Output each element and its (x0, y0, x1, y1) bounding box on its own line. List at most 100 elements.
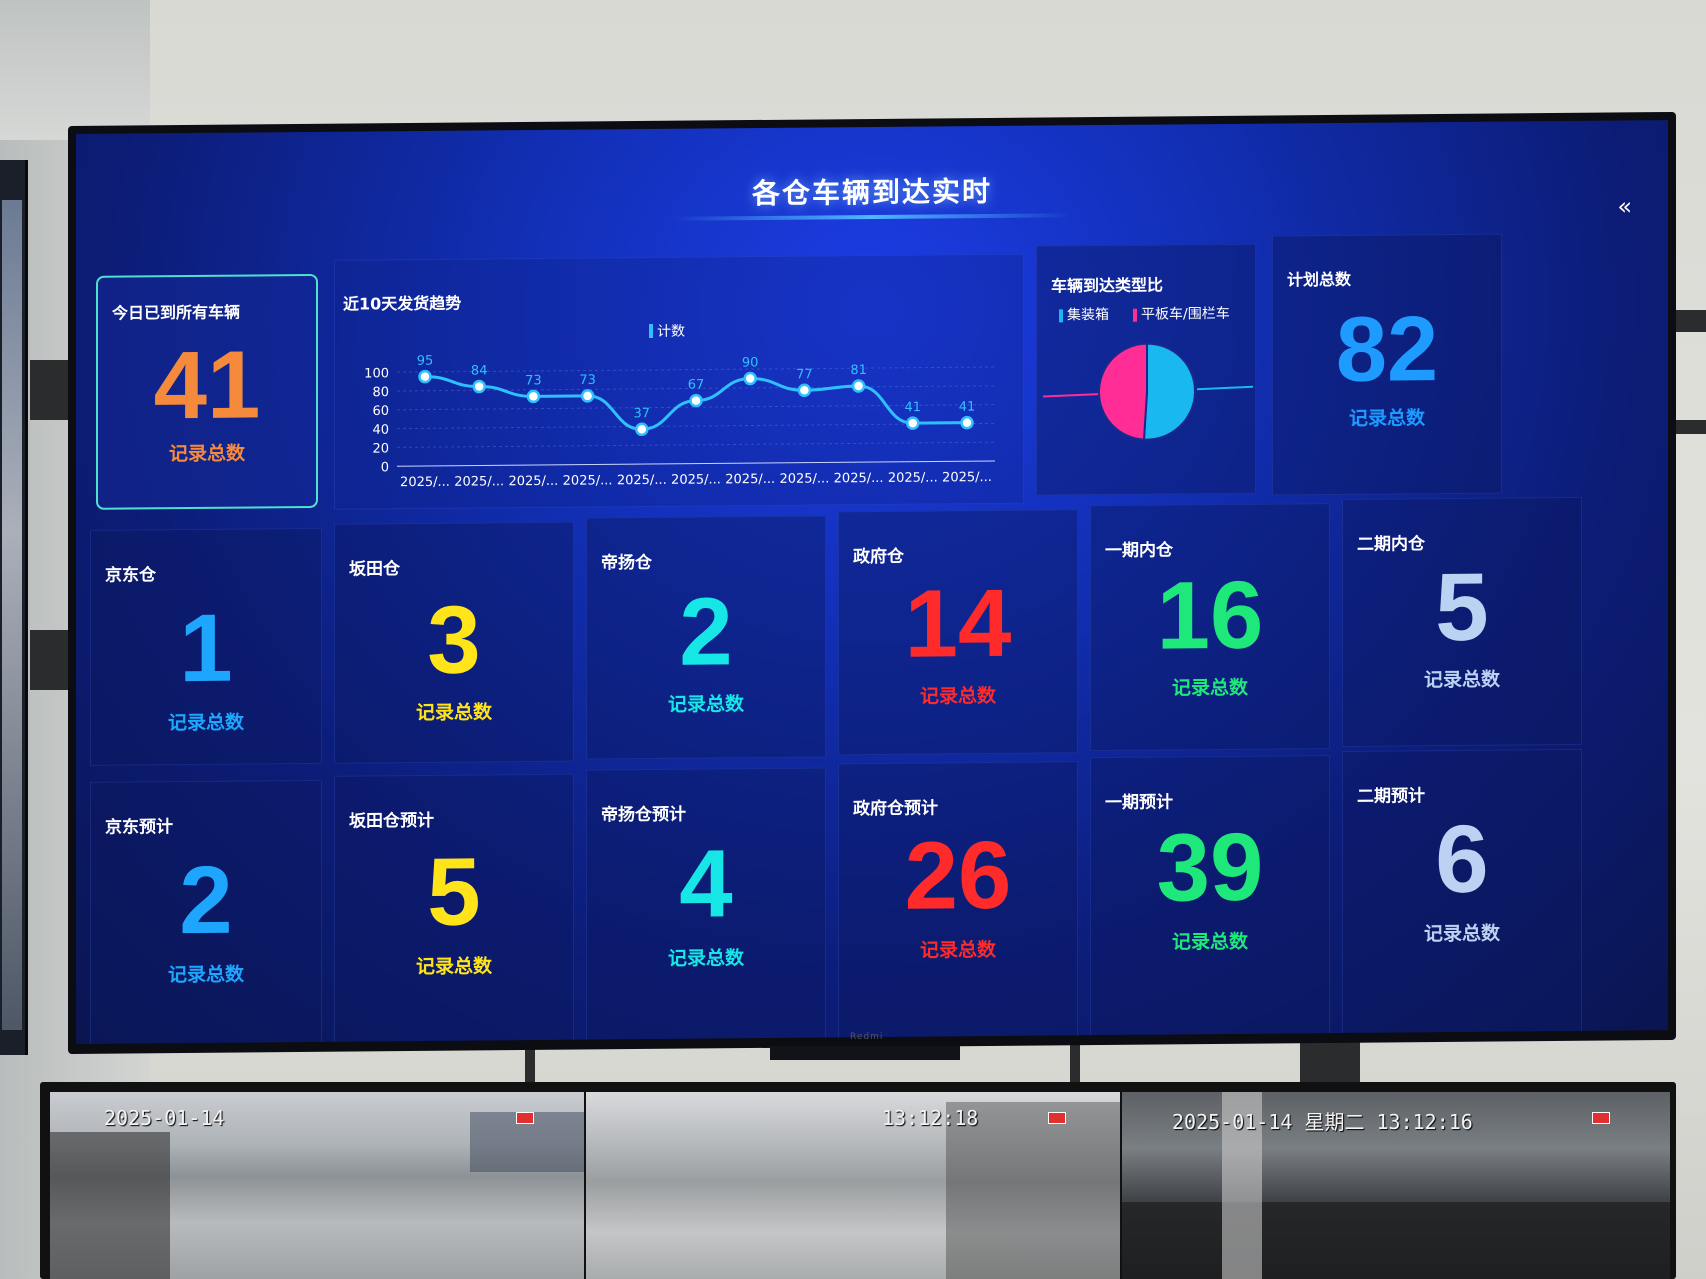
warehouse-title: 政府仓 (853, 546, 904, 568)
forecast-value: 4 (679, 830, 733, 938)
x-axis (397, 460, 995, 467)
warehouse-title: 京东仓 (105, 565, 156, 586)
pie-leader-flatbed (1042, 393, 1100, 398)
forecast-label: 记录总数 (919, 938, 996, 962)
data-label: 90 (742, 355, 759, 370)
pie-leader-container (1196, 385, 1254, 391)
forecast-label: 记录总数 (167, 963, 244, 987)
camera-record-icon (1048, 1112, 1066, 1124)
forecast-value: 2 (179, 846, 233, 955)
forecast-title: 坂田仓预计 (349, 810, 434, 832)
left-monitor-screen (2, 200, 22, 1030)
data-label: 73 (579, 373, 596, 388)
wall-bracket (30, 630, 70, 690)
vehicle-type-pie (1042, 342, 1254, 441)
warehouse-card-government: 政府仓 14 记录总数 (838, 509, 1078, 756)
camera-feed-shade (1122, 1202, 1670, 1279)
forecast-label: 记录总数 (415, 955, 492, 979)
warehouse-title: 帝扬仓 (601, 552, 652, 574)
warehouse-title: 二期内仓 (1357, 534, 1425, 555)
chart-legend: 计数 (649, 324, 685, 340)
data-point (960, 415, 974, 430)
forecast-title: 政府仓预计 (853, 798, 938, 820)
warehouse-value: 3 (427, 586, 481, 694)
data-label: 84 (471, 363, 488, 378)
plan-total-panel: 计划总数 82 记录总数 (1272, 233, 1502, 496)
data-point (797, 383, 812, 398)
data-point (418, 369, 432, 384)
data-label: 73 (525, 373, 542, 388)
camera-timestamp: 2025-01-14 星期二 13:12:16 (1172, 1110, 1473, 1134)
forecast-label: 记录总数 (667, 947, 744, 970)
x-tick-label: 2025/... (400, 475, 450, 490)
data-label: 95 (417, 354, 434, 369)
camera-record-icon (1592, 1112, 1610, 1124)
today-arrivals-label: 记录总数 (168, 442, 245, 466)
warehouse-label: 记录总数 (167, 711, 244, 735)
pie-slice (1142, 342, 1196, 441)
tv-brand-logo: Redmi (850, 1032, 884, 1042)
data-label: 37 (634, 406, 651, 421)
x-tick-label: 2025/... (888, 470, 938, 485)
today-arrivals-card: 今日已到所有车辆 41 记录总数 (96, 273, 318, 510)
trend-chart-panel: 近10天发货趋势 计数 0 20 40 60 80 100 95 84 73 73 37 67 90 77… (334, 253, 1024, 510)
forecast-title: 京东预计 (105, 817, 173, 838)
warehouse-label: 记录总数 (415, 701, 492, 725)
x-tick-label: 2025/... (617, 473, 667, 488)
warehouse-value: 2 (679, 578, 733, 686)
warehouse-label: 记录总数 (667, 693, 744, 716)
camera-feed-3: 2025-01-14 星期二 13:12:16 (1122, 1092, 1670, 1279)
plan-total-value: 82 (1335, 298, 1439, 402)
warehouse-label: 记录总数 (1423, 668, 1500, 692)
warehouse-value: 5 (1435, 553, 1489, 662)
data-label: 41 (905, 400, 922, 415)
y-tick-label: 60 (372, 404, 389, 419)
grid-line (397, 422, 995, 430)
forecast-title: 一期预计 (1105, 792, 1173, 814)
dashboard-title: 各仓车辆到达实时 (751, 175, 992, 211)
pie-slices (1098, 342, 1196, 441)
forecast-label: 记录总数 (1171, 930, 1248, 954)
y-tick-label: 40 (372, 423, 389, 438)
warehouse-card-phase2: 二期内仓 5 记录总数 (1342, 496, 1582, 747)
data-label: 41 (959, 400, 976, 415)
warehouse-value: 1 (179, 594, 233, 703)
vehicle-type-panel: 车辆到达类型比 集装箱 平板车/围栏车 (1036, 243, 1256, 496)
data-point (526, 389, 541, 404)
data-point (472, 379, 486, 394)
tv-stand (770, 1046, 960, 1060)
data-point (851, 379, 866, 393)
forecast-card-bantian: 坂田仓预计 5 记录总数 (334, 773, 574, 1045)
dashboard-screen: 各仓车辆到达实时 « 今日已到所有车辆 41 记录总数 近10天发货趋势 计数 … (76, 120, 1668, 1045)
x-tick-label: 2025/... (942, 470, 992, 485)
stand-pole (1300, 1040, 1360, 1085)
left-side-monitor (0, 160, 28, 1055)
camera-feed-shade (50, 1132, 170, 1279)
warehouse-card-phase1: 一期内仓 16 记录总数 (1090, 503, 1330, 752)
grid-line (397, 441, 995, 448)
y-tick-label: 80 (372, 385, 389, 400)
warehouse-label: 记录总数 (1171, 676, 1248, 700)
warehouse-card-diyang: 帝扬仓 2 记录总数 (586, 515, 826, 760)
data-label: 77 (796, 367, 813, 382)
stand-pole (1070, 1040, 1080, 1085)
camera-timestamp: 13:12:18 (882, 1106, 979, 1130)
data-point (689, 393, 703, 408)
data-label: 67 (688, 378, 705, 393)
forecast-title: 帝扬仓预计 (601, 804, 686, 826)
camera-timestamp: 2025-01-14 (104, 1106, 225, 1130)
legend-swatch (649, 323, 653, 338)
forecast-title: 二期预计 (1357, 786, 1425, 807)
forecast-card-diyang: 帝扬仓预计 4 记录总数 (586, 767, 826, 1045)
data-point (580, 389, 595, 403)
forecast-card-phase2: 二期预计 6 记录总数 (1342, 748, 1582, 1041)
warehouse-card-bantian: 坂田仓 3 记录总数 (334, 521, 574, 764)
data-point (906, 416, 920, 430)
legend-label: 计数 (657, 324, 685, 340)
forecast-value: 26 (904, 821, 1012, 930)
pie-slice (1098, 342, 1148, 441)
collapse-icon[interactable]: « (1617, 192, 1632, 220)
x-tick-label: 2025/... (563, 473, 613, 488)
camera-feed-1: 2025-01-14 (50, 1092, 584, 1279)
x-tick-label: 2025/... (508, 474, 558, 489)
